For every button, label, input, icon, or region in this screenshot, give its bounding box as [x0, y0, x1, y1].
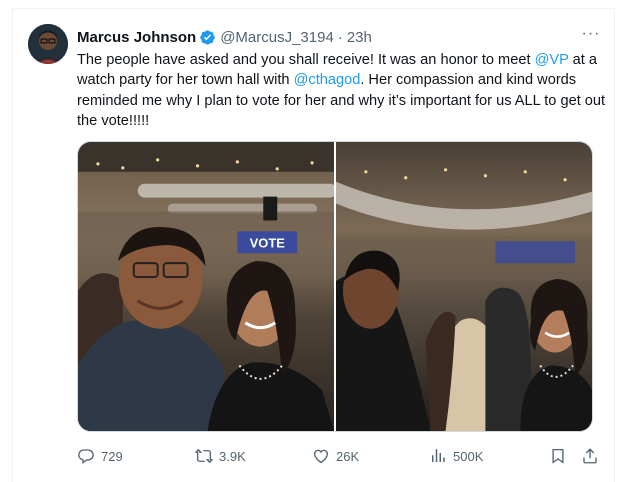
more-options-icon[interactable]: ··· [580, 23, 602, 45]
views-button[interactable]: 500K [429, 447, 483, 465]
author-handle[interactable]: @MarcusJ_3194 [220, 29, 334, 46]
tweet-timestamp[interactable]: 23h [347, 29, 372, 46]
bookmark-button[interactable] [549, 447, 567, 465]
reply-button[interactable]: 729 [77, 447, 123, 465]
separator-dot: · [337, 28, 343, 46]
like-button[interactable]: 26K [312, 447, 359, 465]
heart-icon [313, 449, 329, 464]
views-count: 500K [453, 448, 484, 464]
reply-icon [78, 449, 94, 464]
tweet-text-part: The people have asked and you shall rece… [77, 52, 535, 68]
tweet-text: The people have asked and you shall rece… [77, 50, 607, 131]
repost-count: 3.9K [219, 448, 246, 464]
repost-icon [195, 449, 213, 463]
mention-vp[interactable]: @VP [535, 52, 569, 68]
photo-1[interactable]: VOTE [78, 142, 334, 431]
share-button[interactable] [581, 447, 599, 465]
views-chart-icon [432, 449, 445, 462]
vote-sign: VOTE [250, 235, 286, 250]
author-avatar[interactable] [28, 24, 68, 64]
share-icon [583, 448, 597, 464]
bookmark-icon [552, 448, 564, 464]
tweet-card[interactable]: Marcus Johnson @MarcusJ_3194 · 23h ··· T… [12, 8, 615, 482]
author-name[interactable]: Marcus Johnson [77, 29, 196, 46]
photo-2[interactable] [336, 142, 592, 431]
repost-button[interactable]: 3.9K [195, 447, 246, 465]
tweet-actions-bar: 729 3.9K 26K 500K [77, 446, 607, 466]
like-count: 26K [336, 448, 360, 464]
media-grid: VOTE [77, 141, 593, 432]
mention-cthagod[interactable]: @cthagod [294, 72, 361, 88]
reply-count: 729 [101, 448, 123, 464]
verified-badge-icon [199, 29, 216, 46]
tweet-header: Marcus Johnson @MarcusJ_3194 · 23h [77, 27, 372, 47]
